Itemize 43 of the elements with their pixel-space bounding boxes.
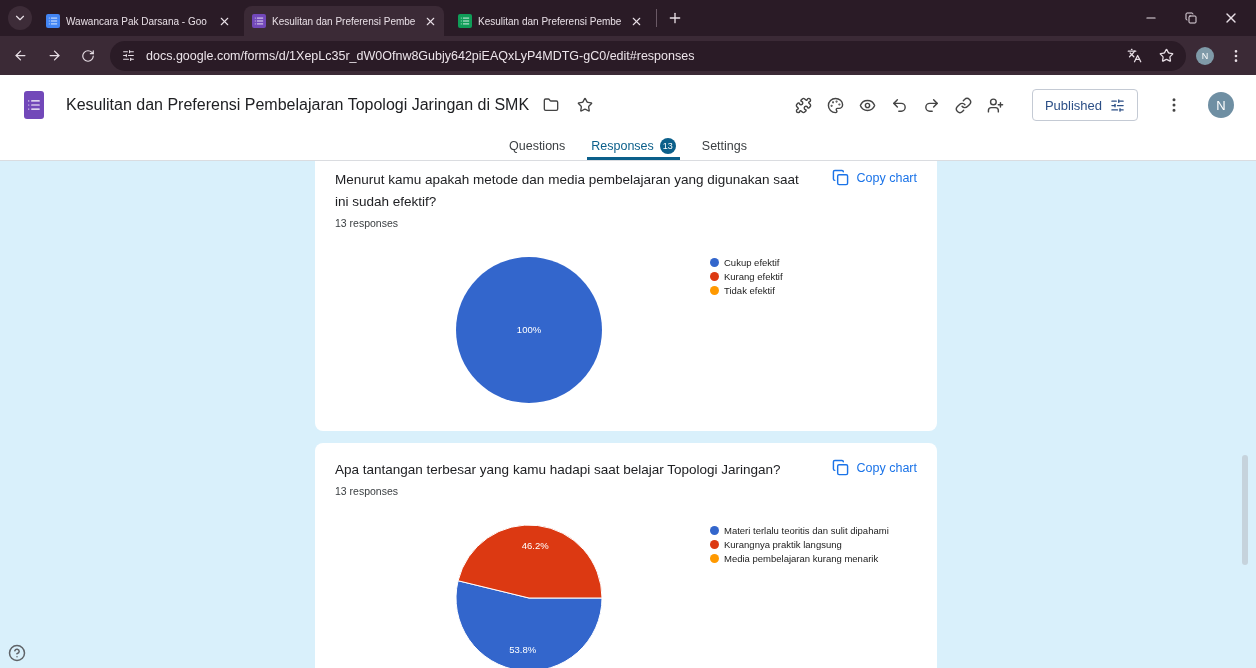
slice-label: 53.8%	[509, 644, 537, 656]
legend-label: Tidak efektif	[724, 285, 775, 296]
tab-list-button[interactable]	[8, 6, 32, 30]
tab-label: Settings	[701, 139, 747, 153]
tab-title: Kesulitan dan Preferensi Pembe	[272, 15, 416, 27]
slice-label: 100%	[516, 324, 542, 335]
copy-icon	[831, 169, 849, 186]
restore-icon[interactable]	[1185, 12, 1197, 24]
legend-label: Media pembelajaran kurang menarik	[724, 553, 879, 564]
tab-title: Kesulitan dan Preferensi Pembe	[478, 15, 622, 27]
form-tab[interactable]: Settings	[697, 135, 751, 160]
slice-label: 46.2%	[521, 539, 549, 551]
question-title: Menurut kamu apakah metode dan media pembelajaran yang digunakan saat ini sudah efektif?	[335, 171, 800, 211]
app-icon	[46, 14, 60, 28]
response-count: 13 responses	[335, 217, 400, 229]
form-tab[interactable]: Questions	[505, 135, 570, 160]
browser-tab[interactable]: Kesulitan dan Preferensi Pembe	[244, 6, 444, 36]
form-title: Kesulitan dan Preferensi Pembelajaran Topologi Jaringan di SMK	[66, 96, 530, 114]
copy-chart-button[interactable]: Copy chart	[831, 169, 917, 186]
forward-arrow-icon[interactable]	[46, 48, 62, 63]
tab-label: Responses	[591, 139, 654, 153]
response-count: 13 responses	[335, 485, 400, 497]
legend-label: Cukup efektif	[724, 257, 780, 268]
app-icon	[458, 14, 472, 28]
legend-label: Kurang efektif	[724, 271, 783, 282]
tab-label: Questions	[509, 139, 566, 153]
plus-icon[interactable]	[667, 10, 683, 26]
browser-tab[interactable]: Kesulitan dan Preferensi Pembe	[450, 6, 650, 36]
browser-tab[interactable]: Wawancara Pak Darsana - Goo	[38, 6, 238, 36]
app-icon	[252, 14, 266, 28]
forms-logo-icon[interactable]	[24, 91, 44, 119]
count-badge: 13	[659, 138, 676, 154]
tab-title: Wawancara Pak Darsana - Goo	[66, 15, 208, 27]
published-button[interactable]: Published	[1031, 89, 1138, 121]
legend-label: Materi terlalu teoritis dan sulit dipahami	[724, 525, 889, 536]
question-title: Apa tantangan terbesar yang kamu hadapi saat belajar Topologi Jaringan?	[335, 461, 782, 479]
copy-chart-button[interactable]: Copy chart	[831, 459, 917, 476]
help-icon[interactable]	[8, 644, 26, 662]
legend-label: Kurangnya praktik langsung	[724, 539, 842, 550]
copy-icon	[831, 459, 849, 476]
sliders-icon	[1110, 97, 1125, 113]
reload-icon[interactable]	[81, 48, 95, 63]
scrollbar-thumb[interactable]	[1242, 455, 1248, 565]
